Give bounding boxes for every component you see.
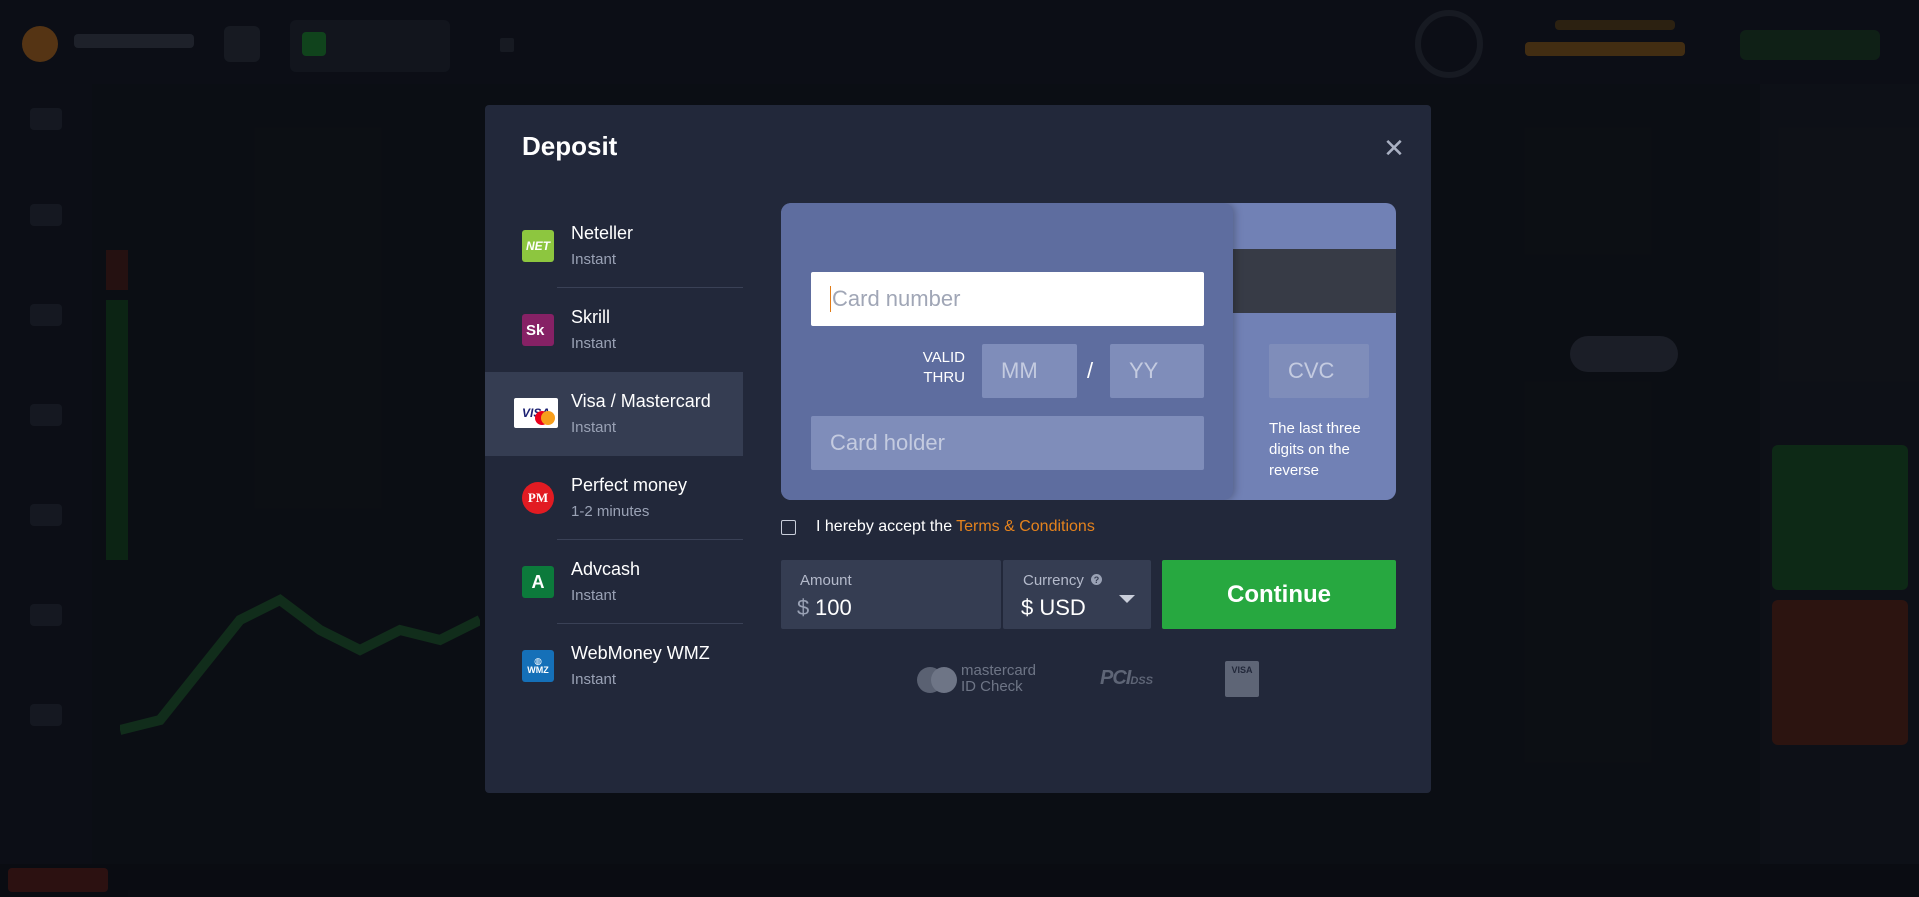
mastercard-id-check-text: mastercard ID Check [961, 663, 1036, 695]
terms-text: I hereby accept the [816, 518, 953, 535]
method-speed: Instant [571, 251, 617, 268]
pci-dss-logo: PCIDSS [1100, 667, 1153, 690]
security-logos: mastercard ID Check PCIDSS VISA [915, 661, 1315, 697]
method-visa-mastercard[interactable]: VISA Visa / Mastercard Instant [485, 372, 743, 456]
method-name: Skrill [571, 307, 610, 327]
mastercard-text: mastercard [961, 662, 1037, 679]
card-number-input[interactable]: Card number [811, 272, 1204, 326]
method-name: Visa / Mastercard [571, 391, 711, 411]
text-caret [830, 286, 831, 312]
terms-row: I hereby accept the Terms & Conditions [781, 518, 1095, 536]
terms-link[interactable]: Terms & Conditions [956, 518, 1095, 536]
method-name: Neteller [571, 223, 634, 243]
method-name: Advcash [571, 559, 641, 579]
method-speed: Instant [571, 671, 617, 688]
advcash-icon: A [522, 566, 554, 598]
currency-select[interactable]: Currency ? $ USD [1003, 560, 1151, 629]
help-icon[interactable]: ? [1091, 574, 1102, 585]
method-name: WebMoney WMZ [571, 643, 710, 663]
card-magnetic-stripe [1233, 249, 1396, 313]
method-speed: 1-2 minutes [571, 503, 650, 520]
close-icon: ✕ [1383, 132, 1405, 163]
currency-value: $ USD [1021, 595, 1086, 620]
method-speed: Instant [571, 419, 617, 436]
currency-label: Currency [1023, 572, 1084, 589]
card-number-placeholder: Card number [832, 286, 961, 311]
method-advcash[interactable]: A Advcash Instant [485, 540, 743, 624]
card-front: Card number VALID THRU MM / YY Card hold… [781, 203, 1233, 500]
pci-text: PCI [1100, 667, 1131, 689]
skrill-icon: Sk [522, 314, 554, 346]
method-webmoney[interactable]: ◍ WMZ WebMoney WMZ Instant [485, 624, 743, 708]
valid-label: VALID [922, 349, 965, 366]
webmoney-icon: ◍ WMZ [522, 650, 554, 682]
expiry-separator: / [1087, 358, 1094, 383]
expiry-month-input[interactable]: MM [982, 344, 1077, 398]
card-form: Card number VALID THRU MM / YY Card hold… [781, 203, 1396, 500]
method-speed: Instant [571, 335, 617, 352]
chevron-down-icon [1119, 595, 1135, 603]
thru-label: THRU [923, 369, 965, 386]
method-speed: Instant [571, 587, 617, 604]
mastercard-circle-right [931, 667, 957, 693]
mastercard-logo-icon [917, 667, 957, 693]
neteller-icon: NET [522, 230, 554, 262]
continue-button[interactable]: Continue [1162, 560, 1396, 629]
method-perfect-money[interactable]: PM Perfect money 1-2 minutes [485, 456, 743, 540]
modal-title: Deposit [522, 131, 618, 161]
deposit-modal: Deposit ✕ NET Neteller Instant Sk Skrill… [485, 105, 1431, 793]
terms-checkbox[interactable] [781, 519, 796, 535]
valid-thru-label: VALID THRU [905, 348, 965, 388]
mastercard-circles-icon [541, 411, 555, 425]
card-holder-input[interactable]: Card holder [811, 416, 1204, 470]
method-skrill[interactable]: Sk Skrill Instant [485, 288, 743, 372]
wmz-icon-text: WMZ [527, 665, 549, 675]
amount-value: 100 [815, 595, 852, 620]
visa-secure-logo: VISA [1225, 661, 1259, 697]
id-check-text: ID Check [961, 678, 1023, 695]
dss-text: DSS [1130, 675, 1153, 687]
method-neteller[interactable]: NET Neteller Instant [485, 204, 743, 288]
method-name: Perfect money [571, 475, 688, 495]
visa-mastercard-icon: VISA [514, 398, 558, 428]
amount-input[interactable]: Amount $ 100 [781, 560, 1001, 629]
cvc-hint: The last three digits on the reverse [1269, 420, 1361, 479]
close-button[interactable]: ✕ [1378, 132, 1410, 164]
perfect-money-icon: PM [522, 482, 554, 514]
cvc-input[interactable]: CVC [1269, 344, 1369, 398]
amount-label: Amount [800, 572, 852, 589]
amount-currency-symbol: $ [797, 595, 810, 620]
payment-methods-list: NET Neteller Instant Sk Skrill Instant V… [485, 204, 743, 708]
expiry-year-input[interactable]: YY [1110, 344, 1204, 398]
